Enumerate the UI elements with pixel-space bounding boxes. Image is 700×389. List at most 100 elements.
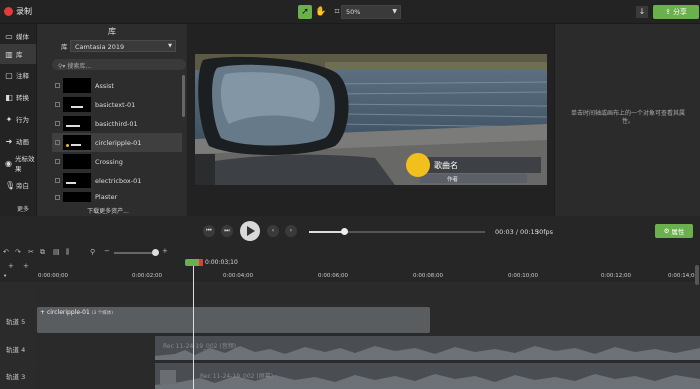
checkbox[interactable] bbox=[55, 83, 60, 88]
panel-title: 库 bbox=[108, 27, 116, 36]
rail-item-behaviors[interactable]: ✦ 行为 bbox=[0, 109, 36, 129]
timeline-zoom-slider[interactable] bbox=[114, 252, 156, 254]
step-back-icon[interactable]: ⏮ bbox=[203, 225, 215, 237]
timeline-ruler[interactable] bbox=[0, 260, 700, 282]
hand-pan-icon[interactable]: ✋ bbox=[314, 5, 328, 19]
timeline-zoom-handle[interactable] bbox=[152, 249, 159, 256]
clip-audio[interactable] bbox=[155, 336, 700, 360]
library-search-input[interactable]: ⚲▾ 搜索库... bbox=[52, 59, 186, 70]
add-track-icon-2[interactable]: + bbox=[23, 262, 29, 270]
track-row-empty[interactable] bbox=[37, 285, 700, 304]
rail-item-label: 转换 bbox=[16, 94, 29, 102]
zoom-select[interactable]: 50% ▼ bbox=[341, 5, 401, 19]
checkbox[interactable] bbox=[55, 194, 60, 200]
search-icon: ⚲▾ bbox=[58, 63, 68, 70]
rail-item-label: 注释 bbox=[16, 72, 29, 80]
play-icon bbox=[247, 226, 255, 236]
library-select[interactable]: Camtasia 2019 ▼ bbox=[70, 40, 176, 52]
zoom-out-icon[interactable]: − bbox=[104, 247, 110, 255]
step-forward-icon[interactable]: ⏭ bbox=[221, 225, 233, 237]
canvas-tools: ➚ ✋ ⌗ bbox=[298, 5, 344, 19]
thumb-bar bbox=[66, 125, 80, 127]
add-track-icon[interactable]: + bbox=[8, 262, 14, 270]
zoom-search-icon[interactable]: ⚲ bbox=[90, 248, 95, 256]
lower-third-title[interactable]: 歌曲名 bbox=[434, 160, 458, 171]
list-item[interactable]: Plaster bbox=[52, 190, 182, 204]
rail-item-annotations[interactable]: ▢ 注释 bbox=[0, 65, 36, 85]
asset-thumbnail bbox=[63, 154, 91, 169]
clip-thumbnail bbox=[160, 370, 176, 384]
rail-item-cursor-effects[interactable]: ◉ 光标效果 bbox=[0, 153, 36, 173]
transition-icon: ◧ bbox=[5, 92, 13, 102]
asset-name: electricbox-01 bbox=[95, 176, 142, 185]
rail-item-media[interactable]: ▭ 媒体 bbox=[0, 26, 36, 46]
copy-icon[interactable]: ⧉ bbox=[40, 248, 45, 257]
media-icon: ▭ bbox=[5, 31, 13, 41]
split-icon[interactable]: ⫼ bbox=[66, 248, 69, 257]
checkbox[interactable] bbox=[55, 102, 60, 107]
rail-item-label: 旁白 bbox=[16, 182, 29, 190]
clip-label: + circleripple-01 (3 个媒体) bbox=[40, 309, 114, 316]
paste-icon[interactable]: ▤ bbox=[53, 248, 60, 256]
asset-thumbnail bbox=[63, 116, 91, 131]
properties-button[interactable]: ⚙ 属性 bbox=[655, 224, 693, 238]
checkbox[interactable] bbox=[55, 121, 60, 126]
timeline-scrollbar[interactable] bbox=[695, 265, 699, 285]
next-icon[interactable]: › bbox=[285, 225, 297, 237]
rail-item-label: 行为 bbox=[16, 116, 29, 124]
asset-thumbnail bbox=[63, 173, 91, 188]
properties-hint: 单击时间轴或画布上的一个对象可查看其属性。 bbox=[570, 110, 685, 125]
behavior-icon: ✦ bbox=[5, 114, 13, 124]
lower-third-subtitle[interactable]: 作者 bbox=[447, 175, 458, 183]
cursor-icon: ◉ bbox=[5, 158, 12, 168]
thumb-bar bbox=[71, 144, 81, 146]
asset-name: Plaster bbox=[95, 193, 118, 201]
scrub-handle[interactable] bbox=[341, 228, 348, 235]
share-button[interactable]: ⇪ 分享 bbox=[653, 5, 699, 19]
track-option-icon[interactable]: • bbox=[3, 272, 7, 280]
list-item[interactable]: basictext-01 bbox=[52, 95, 182, 114]
list-item[interactable]: basicthird-01 bbox=[52, 114, 182, 133]
clip-name: circleripple-01 bbox=[46, 309, 90, 316]
play-button[interactable] bbox=[240, 221, 260, 241]
ruler-label: 0:00:04;00 bbox=[223, 273, 254, 279]
list-item[interactable]: circleripple-01 bbox=[52, 133, 182, 152]
record-button[interactable]: 录制 bbox=[16, 6, 32, 17]
cut-icon[interactable]: ✂ bbox=[28, 248, 34, 256]
library-scrollbar[interactable] bbox=[182, 75, 185, 117]
list-item[interactable]: electricbox-01 bbox=[52, 171, 182, 190]
chevron-down-icon: ▼ bbox=[392, 8, 397, 15]
time-readout: 00:03 / 00:15 bbox=[495, 228, 539, 236]
rail-item-voice-narration[interactable]: 🎙 旁白 bbox=[0, 175, 36, 195]
checkbox[interactable] bbox=[55, 140, 60, 145]
checkbox[interactable] bbox=[55, 159, 60, 164]
search-placeholder: 搜索库... bbox=[67, 63, 92, 70]
rail-item-animations[interactable]: ➜ 动画 bbox=[0, 131, 36, 151]
previous-icon[interactable]: ‹ bbox=[267, 225, 279, 237]
playhead-line bbox=[193, 266, 194, 389]
undo-icon[interactable]: ↶ bbox=[3, 248, 9, 256]
ruler-label: 0:00:06;00 bbox=[318, 273, 349, 279]
download-icon[interactable]: ↓ bbox=[636, 6, 648, 18]
rail-item-transitions[interactable]: ◧ 转换 bbox=[0, 87, 36, 107]
download-more-link[interactable]: 下载更多资产... bbox=[58, 206, 158, 215]
track-label[interactable]: 轨道 4 bbox=[0, 344, 36, 354]
rail-item-library[interactable]: ▥ 库 bbox=[0, 44, 36, 64]
asset-thumbnail bbox=[63, 192, 91, 202]
library-icon: ▥ bbox=[5, 49, 13, 59]
record-icon[interactable] bbox=[4, 7, 13, 16]
asset-name: circleripple-01 bbox=[95, 138, 142, 147]
checkbox[interactable] bbox=[55, 178, 60, 183]
track-label[interactable]: 轨道 5 bbox=[0, 316, 36, 326]
list-item[interactable]: Assist bbox=[52, 76, 182, 95]
zoom-in-icon[interactable]: + bbox=[162, 247, 168, 255]
share-label: 分享 bbox=[672, 8, 687, 16]
list-item[interactable]: Crossing bbox=[52, 152, 182, 171]
asset-thumbnail bbox=[63, 78, 91, 93]
redo-icon[interactable]: ↷ bbox=[15, 248, 21, 256]
share-icon: ⇪ bbox=[665, 8, 671, 16]
playhead-out-marker[interactable] bbox=[199, 259, 203, 266]
lower-third-sub-bar bbox=[420, 174, 527, 183]
select-arrow-icon[interactable]: ➚ bbox=[298, 5, 312, 19]
track-label[interactable]: 轨道 3 bbox=[0, 371, 36, 381]
